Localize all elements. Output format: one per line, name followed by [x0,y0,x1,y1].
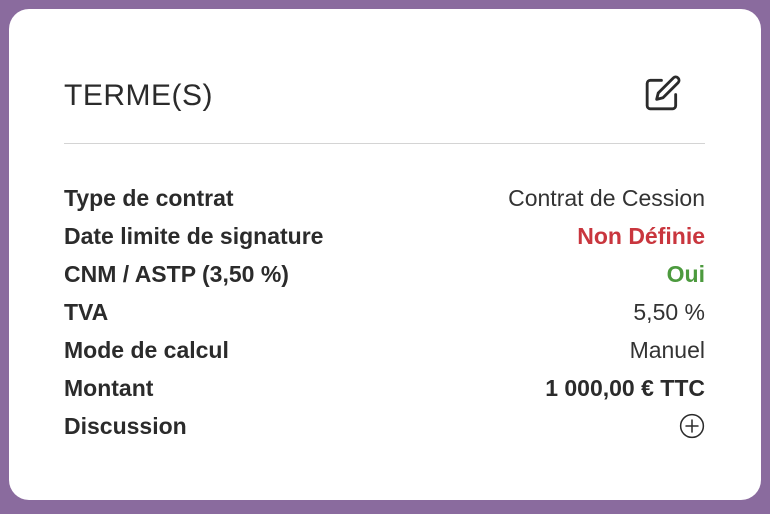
add-discussion-button[interactable] [678,412,706,440]
row-label: TVA [64,298,109,325]
row-discussion: Discussion [64,407,705,445]
row-value: 5,50 % [633,298,705,325]
divider [64,143,705,144]
edit-icon [645,75,681,111]
amount-value: 1 000,00 € TTC [545,374,705,401]
card-header: TERME(S) [64,73,705,133]
row-montant: Montant 1 000,00 € TTC [64,369,705,407]
row-value: Manuel [629,336,705,363]
row-cnm-astp: CNM / ASTP (3,50 %) Oui [64,255,705,293]
row-label: Discussion [64,412,187,439]
card-title: TERME(S) [64,79,213,112]
row-label: Mode de calcul [64,336,229,363]
row-date-limite: Date limite de signature Non Définie [64,217,705,255]
row-type-de-contrat: Type de contrat Contrat de Cession [64,179,705,217]
row-tva: TVA 5,50 % [64,293,705,331]
row-value: Contrat de Cession [508,184,705,211]
terms-list: Type de contrat Contrat de Cession Date … [64,179,705,445]
status-value: Oui [666,260,705,287]
status-value: Non Définie [577,222,705,249]
terms-card: TERME(S) Type de contrat Contrat de Cess… [9,9,761,500]
plus-circle-icon [679,413,705,439]
row-label: Type de contrat [64,184,234,211]
row-label: CNM / ASTP (3,50 %) [64,260,289,287]
edit-button[interactable] [643,73,683,113]
row-mode-de-calcul: Mode de calcul Manuel [64,331,705,369]
row-label: Date limite de signature [64,222,324,249]
row-label: Montant [64,374,154,401]
